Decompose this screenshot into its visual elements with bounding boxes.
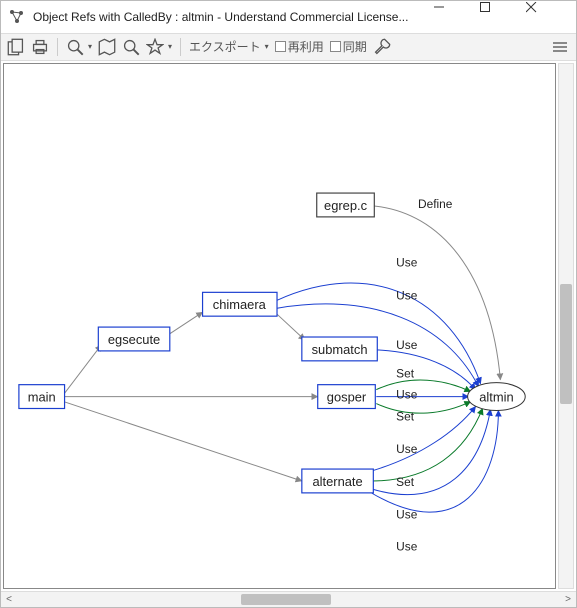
node-alternate[interactable]: alternate	[302, 469, 373, 493]
node-main[interactable]: main	[19, 385, 65, 409]
edge-egsecute-chimaera	[168, 312, 203, 335]
edge-egrepc-define	[374, 206, 500, 380]
checkbox-box	[275, 41, 286, 52]
map-icon[interactable]	[98, 38, 116, 56]
edge-label-use7: Use	[396, 539, 418, 553]
close-button[interactable]	[526, 2, 572, 32]
copy-icon[interactable]	[7, 38, 25, 56]
hamburger-menu-icon[interactable]	[550, 37, 570, 57]
edge-label-use2: Use	[396, 288, 418, 302]
edge-main-egsecute	[64, 345, 102, 395]
toolbar-separator	[180, 38, 181, 56]
toolbar-separator	[57, 38, 58, 56]
application-window: Object Refs with CalledBy : altmin - Und…	[0, 0, 577, 608]
horizontal-scroll-thumb[interactable]	[241, 594, 331, 605]
edge-alternate-use3	[371, 410, 498, 512]
edge-alternate-set	[371, 408, 482, 480]
edge-label-set2: Set	[396, 409, 415, 423]
edge-label-use4: Use	[396, 387, 418, 401]
scroll-right-arrow[interactable]: >	[560, 594, 576, 605]
edge-alternate-use2	[371, 409, 490, 494]
edge-label-use6: Use	[396, 508, 418, 522]
svg-text:alternate: alternate	[312, 474, 362, 489]
edge-label-set1: Set	[396, 367, 415, 381]
checkbox-box	[330, 41, 341, 52]
zoom-icon[interactable]	[66, 38, 84, 56]
titlebar: Object Refs with CalledBy : altmin - Und…	[1, 1, 576, 33]
svg-text:egrep.c: egrep.c	[324, 198, 368, 213]
svg-text:submatch: submatch	[312, 342, 368, 357]
sync-label: 同期	[343, 38, 367, 55]
toolbar: ▾ ▾ エクスポート ▾ 再利用 同期	[1, 33, 576, 61]
edge-gosper-set2	[376, 401, 470, 413]
search-icon[interactable]	[122, 38, 140, 56]
zoom-dropdown-caret[interactable]: ▾	[88, 42, 92, 51]
svg-text:main: main	[28, 389, 56, 404]
reuse-checkbox[interactable]: 再利用	[275, 38, 324, 55]
export-button[interactable]: エクスポート	[189, 38, 261, 55]
print-icon[interactable]	[31, 38, 49, 56]
maximize-button[interactable]	[480, 2, 526, 32]
edge-label-use1: Use	[396, 255, 418, 269]
vertical-scrollbar[interactable]	[558, 63, 574, 589]
edge-gosper-set1	[376, 380, 470, 392]
edge-label-use5: Use	[396, 442, 418, 456]
edge-main-alternate	[64, 401, 302, 480]
star-dropdown-caret[interactable]: ▾	[168, 42, 172, 51]
window-title: Object Refs with CalledBy : altmin - Und…	[33, 10, 434, 24]
horizontal-scrollbar[interactable]: < >	[1, 591, 576, 607]
node-submatch[interactable]: submatch	[302, 337, 377, 361]
svg-text:egsecute: egsecute	[108, 332, 160, 347]
svg-text:altmin: altmin	[479, 389, 513, 404]
canvas-area: Define Use Use Use Set Use Set Use	[1, 61, 576, 591]
node-egrep-c[interactable]: egrep.c	[317, 193, 375, 217]
node-chimaera[interactable]: chimaera	[203, 292, 277, 316]
vertical-scroll-thumb[interactable]	[560, 284, 572, 404]
minimize-button[interactable]	[434, 2, 480, 32]
node-gosper[interactable]: gosper	[318, 385, 376, 409]
export-dropdown-caret[interactable]: ▾	[265, 42, 269, 51]
reuse-label: 再利用	[288, 38, 324, 55]
edge-label-set3: Set	[396, 475, 415, 489]
app-icon	[9, 9, 25, 25]
wrench-icon[interactable]	[373, 38, 391, 56]
svg-text:chimaera: chimaera	[213, 297, 267, 312]
graph-canvas[interactable]: Define Use Use Use Set Use Set Use	[3, 63, 556, 589]
sync-checkbox[interactable]: 同期	[330, 38, 367, 55]
edge-label-define: Define	[418, 197, 453, 211]
svg-text:gosper: gosper	[327, 389, 367, 404]
node-altmin[interactable]: altmin	[468, 383, 526, 411]
edge-alternate-use1	[371, 406, 475, 471]
edge-chimaera-submatch	[277, 314, 305, 340]
scroll-left-arrow[interactable]: <	[1, 594, 17, 605]
node-egsecute[interactable]: egsecute	[98, 327, 169, 351]
edge-label-use3: Use	[396, 338, 418, 352]
star-icon[interactable]	[146, 38, 164, 56]
